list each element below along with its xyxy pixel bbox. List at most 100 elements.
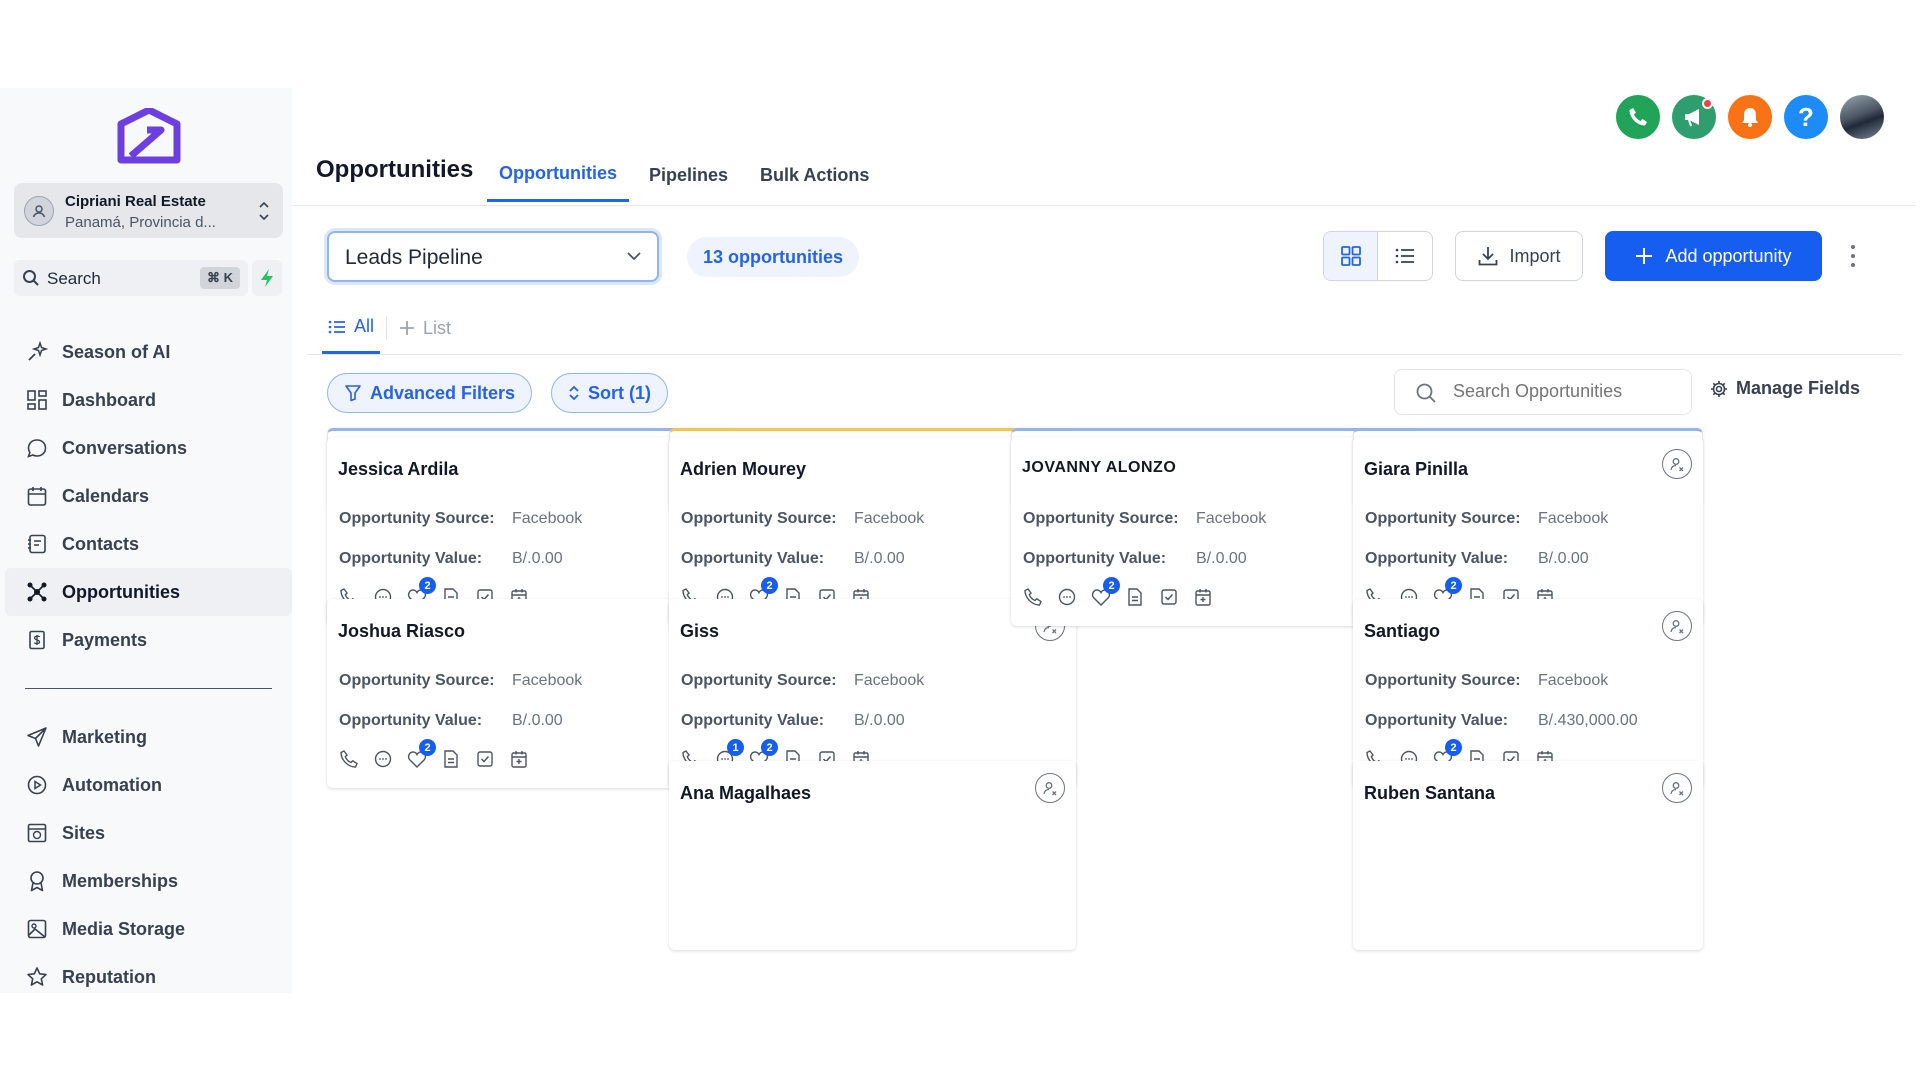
opportunity-source-row: Opportunity Source: Facebook [1023,510,1266,528]
opportunity-source-row: Opportunity Source: Facebook [1365,672,1608,690]
opportunity-name: Jessica Ardila [338,459,459,479]
search-icon [23,270,39,286]
opportunity-value: B/.430,000.00 [1538,712,1638,729]
account-name: Cipriani Real Estate [65,193,206,210]
opportunity-value-row: Opportunity Value: B/.430,000.00 [1365,712,1638,730]
field-label: Opportunity Value: [681,712,825,729]
account-avatar-icon [24,196,54,226]
field-label: Opportunity Source: [339,672,495,689]
opportunity-source-row: Opportunity Source: Facebook [681,510,924,528]
opportunity-value: B/.0.00 [854,550,905,567]
opportunity-source: Facebook [1196,510,1267,527]
opportunity-name: Giss [680,621,720,641]
sidebar-item-memberships[interactable]: Memberships [0,857,292,905]
document-icon[interactable] [441,749,461,769]
tag-heart-icon[interactable]: 2 [407,739,436,769]
sidebar-item-label: Sites [62,822,106,843]
opportunity-card[interactable]: Santiago Opportunity Source: Facebook Oppor… [1353,599,1703,788]
assign-user-icon[interactable] [1662,611,1692,641]
assign-user-icon[interactable] [1662,773,1692,803]
sidebar-item-marketing[interactable]: Marketing [0,713,292,761]
sidebar-item-sites[interactable]: Sites [0,809,292,857]
task-icon[interactable] [1159,587,1179,607]
opportunity-value: B/.0.00 [512,712,563,729]
phone-icon[interactable] [339,749,359,769]
count-badge: 2 [1103,577,1120,594]
sidebar-item-payments[interactable]: Payments [0,616,292,664]
sidebar-item-opportunities[interactable]: Opportunities [5,568,292,616]
sidebar-item-automation[interactable]: Automation [0,761,292,809]
opportunity-card[interactable]: Ana Magalhaes [669,761,1076,950]
dashboard-icon [25,388,49,412]
calendar-add-icon[interactable] [1193,587,1213,607]
sidebar-item-label: Contacts [62,533,140,554]
quick-action-bolt-icon[interactable] [252,260,282,296]
sidebar-item-media-storage[interactable]: Media Storage [0,905,292,953]
opportunity-card[interactable]: Ruben Santana [1353,761,1703,950]
field-label: Opportunity Source: [1365,672,1521,689]
field-label: Opportunity Value: [339,550,483,567]
account-location: Panamá, Provincia d... [65,214,216,231]
company-logo[interactable] [117,106,181,166]
opportunity-source-row: Opportunity Source: Facebook [1365,510,1608,528]
opportunities-icon [25,580,49,604]
opportunity-value-row: Opportunity Value: B/.0.00 [681,550,905,568]
send-icon [25,725,49,749]
field-label: Opportunity Value: [681,550,825,567]
opportunity-source: Facebook [512,672,583,689]
opportunity-name: Giara Pinilla [1364,459,1469,479]
sidebar-item-dashboard[interactable]: Dashboard [0,376,292,424]
count-badge: 1 [727,739,744,756]
document-icon[interactable] [1125,587,1145,607]
opportunity-card[interactable]: Giss Opportunity Source: Facebook Opportuni… [669,599,1076,788]
field-label: Opportunity Value: [1365,712,1509,729]
field-label: Opportunity Source: [1023,510,1179,527]
sidebar-item-label: Marketing [62,726,148,747]
sidebar-item-label: Reputation [62,966,156,987]
sidebar-search[interactable]: Search ⌘ K [14,260,248,296]
chevron-updown-icon [259,201,269,221]
opportunity-source-row: Opportunity Source: Facebook [681,672,924,690]
chat-icon[interactable] [1057,587,1077,607]
sites-icon [25,821,49,845]
opportunity-value: B/.0.00 [1538,550,1589,567]
opportunity-card[interactable]: Giara Pinilla Opportunity Source: Facebook… [1353,437,1703,626]
chat-icon[interactable] [373,749,393,769]
opportunity-source: Facebook [854,510,925,527]
phone-icon[interactable] [1023,587,1043,607]
contacts-icon [25,532,49,556]
search-shortcut: ⌘ K [200,267,240,289]
field-label: Opportunity Source: [339,510,495,527]
automation-icon [25,773,49,797]
opportunity-source: Facebook [512,510,583,527]
chat-icon [25,436,49,460]
field-label: Opportunity Source: [681,672,837,689]
assign-user-icon[interactable] [1035,773,1065,803]
calendar-add-icon[interactable] [509,749,529,769]
count-badge: 2 [1445,577,1462,594]
opportunity-value-row: Opportunity Value: B/.0.00 [339,550,563,568]
sparkle-icon [25,340,49,364]
account-switcher[interactable]: Cipriani Real Estate Panamá, Provincia d… [14,183,283,238]
opportunity-name: Adrien Mourey [680,459,807,479]
pipeline-board: Nuevo Lead2 OpportunitiesB/.0.00Jessica … [292,88,1902,993]
opportunity-value: B/.0.00 [854,712,905,729]
count-badge: 2 [1445,739,1462,756]
sidebar-item-calendars[interactable]: Calendars [0,472,292,520]
task-icon[interactable] [475,749,495,769]
opportunity-name: Ana Magalhaes [680,783,812,803]
tag-heart-icon[interactable]: 2 [1091,577,1120,607]
sidebar-item-reputation[interactable]: Reputation [0,953,292,1001]
sidebar-item-label: Payments [62,629,148,650]
opportunity-value: B/.0.00 [1196,550,1247,567]
sidebar-item-contacts[interactable]: Contacts [0,520,292,568]
sidebar-item-season-of-ai[interactable]: Season of AI [0,328,292,376]
count-badge: 2 [419,577,436,594]
opportunity-source-row: Opportunity Source: Facebook [339,510,582,528]
opportunity-name: JOVANNY ALONZO [1022,459,1177,476]
star-icon [25,965,49,989]
opportunity-source: Facebook [1538,672,1609,689]
sidebar-item-label: Calendars [62,485,150,506]
sidebar-item-conversations[interactable]: Conversations [0,424,292,472]
assign-user-icon[interactable] [1662,449,1692,479]
